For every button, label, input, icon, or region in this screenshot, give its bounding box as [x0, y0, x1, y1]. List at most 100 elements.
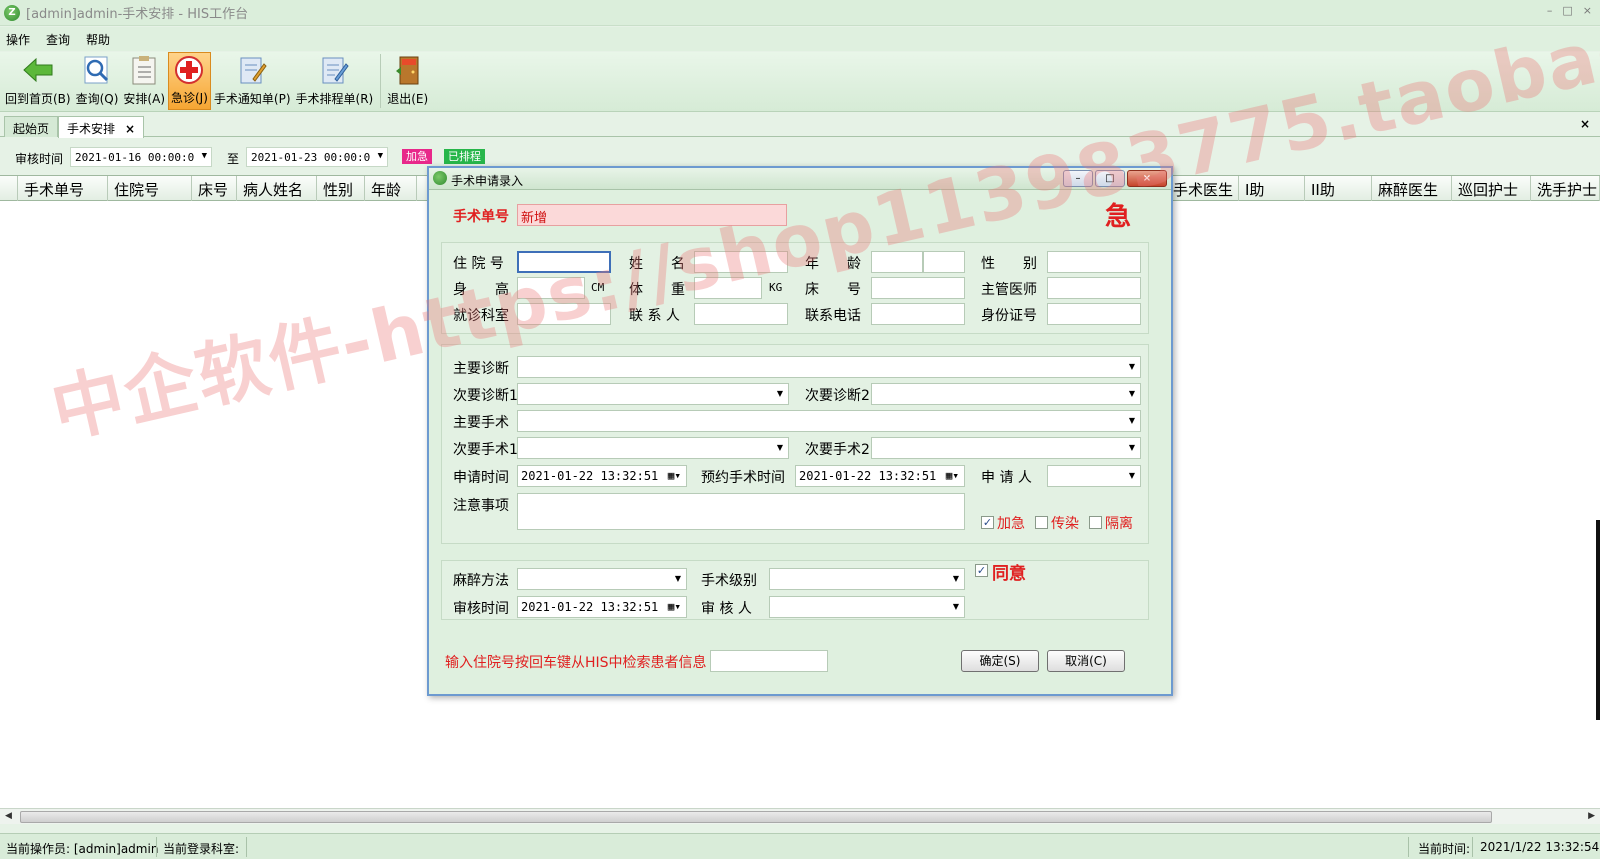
cancel-button[interactable]: 取消(C) — [1047, 650, 1125, 672]
secondary-diagnosis-1-select[interactable]: ▼ — [517, 383, 789, 405]
tab-start-page[interactable]: 起始页 — [4, 116, 59, 137]
col-scrub-nurse[interactable]: 洗手护士 — [1531, 176, 1600, 201]
notes-textarea[interactable] — [517, 493, 965, 530]
col-patient-name[interactable]: 病人姓名 — [237, 176, 317, 201]
anesthesia-label: 麻醉方法 — [453, 573, 509, 589]
infectious-checkbox[interactable] — [1035, 516, 1048, 529]
applicant-label: 申 请 人 — [981, 470, 1032, 486]
order-no-label: 手术单号 — [453, 209, 509, 225]
order-no-field[interactable]: 新增 — [517, 204, 787, 226]
notes-label: 注意事项 — [453, 498, 509, 514]
dialog-app-icon — [433, 171, 447, 185]
planned-time-picker[interactable]: 2021-01-22 13:32:51 ▦▾ — [795, 465, 965, 487]
height-input[interactable] — [517, 277, 585, 299]
surgery-level-select[interactable]: ▼ — [769, 568, 965, 590]
reviewer-select[interactable]: ▼ — [769, 596, 965, 618]
col-surgeon[interactable]: 手术医生 — [1167, 176, 1239, 201]
surgery-request-dialog: 手术申请录入 – □ × 手术单号 新增 急 住 院 号 姓 名 年 龄 性 别… — [427, 166, 1173, 696]
secondary-diagnosis-2-select[interactable]: ▼ — [871, 383, 1141, 405]
secondary-surgery-2-select[interactable]: ▼ — [871, 437, 1141, 459]
weight-input[interactable] — [694, 277, 762, 299]
col-bed-no[interactable]: 床号 — [192, 176, 237, 201]
secondary-diagnosis-2-label: 次要诊断2 — [805, 388, 870, 404]
menu-help[interactable]: 帮助 — [86, 31, 110, 48]
agree-checkbox-label: 同意 — [992, 564, 1026, 584]
applicant-select[interactable]: ▼ — [1047, 465, 1141, 487]
department-input[interactable] — [517, 303, 611, 325]
id-no-input[interactable] — [1047, 303, 1141, 325]
maximize-button[interactable]: □ — [1562, 4, 1572, 17]
secondary-diagnosis-1-label: 次要诊断1 — [453, 388, 518, 404]
query-button[interactable]: 查询(Q) — [74, 52, 121, 110]
agree-checkbox[interactable]: ✓ — [975, 564, 988, 577]
surgery-notice-button[interactable]: 手术通知单(P) — [212, 52, 293, 110]
emergency-button[interactable]: 急诊(J) — [168, 52, 211, 110]
status-operator: 当前操作员: [admin]admin — [6, 842, 159, 856]
isolation-checkbox[interactable] — [1089, 516, 1102, 529]
emergency-cross-icon — [173, 55, 205, 85]
reviewer-label: 审 核 人 — [701, 601, 752, 617]
height-label: 身 高 — [453, 282, 509, 298]
name-input[interactable] — [694, 251, 788, 273]
main-diagnosis-select[interactable]: ▼ — [517, 356, 1141, 378]
urgent-checkbox[interactable]: ✓ — [981, 516, 994, 529]
urgent-legend-chip: 加急 — [402, 149, 432, 164]
exit-button[interactable]: 退出(E) — [385, 52, 430, 110]
surgery-schedule-button[interactable]: 手术排程单(R) — [294, 52, 376, 110]
phone-input[interactable] — [871, 303, 965, 325]
tab-close-icon[interactable]: × — [125, 122, 135, 136]
age-input[interactable] — [871, 251, 923, 273]
schedule-document-icon — [318, 54, 350, 86]
tab-surgery-arrange[interactable]: 手术安排 × — [58, 116, 145, 138]
dialog-maximize-button[interactable]: □ — [1095, 170, 1125, 187]
review-time-picker[interactable]: 2021-01-22 13:32:51 ▦▾ — [517, 596, 687, 618]
weight-unit: KG — [769, 281, 783, 294]
bed-no-input[interactable] — [871, 277, 965, 299]
apply-time-picker[interactable]: 2021-01-22 13:32:51 ▦▾ — [517, 465, 687, 487]
col-age[interactable]: 年龄 — [365, 176, 417, 201]
arrange-button[interactable]: 安排(A) — [121, 52, 167, 110]
close-all-tabs-icon[interactable]: × — [1580, 117, 1590, 131]
home-button[interactable]: 回到首页(B) — [3, 52, 73, 110]
his-lookup-input[interactable] — [710, 650, 828, 672]
date-from-picker[interactable]: 2021-01-16 00:00:0 ▼ — [70, 147, 212, 167]
attending-doctor-input[interactable] — [1047, 277, 1141, 299]
main-surgery-select[interactable]: ▼ — [517, 410, 1141, 432]
col-anesthetist[interactable]: 麻醉医生 — [1372, 176, 1452, 201]
dialog-window-controls: – □ × — [1063, 170, 1167, 187]
menu-query[interactable]: 查询 — [46, 31, 70, 48]
scroll-left-icon[interactable]: ◀ — [5, 811, 12, 821]
sex-input[interactable] — [1047, 251, 1141, 273]
dropdown-arrow-icon: ▼ — [1128, 443, 1135, 452]
contact-label: 联 系 人 — [629, 308, 680, 324]
main-surgery-label: 主要手术 — [453, 415, 509, 431]
department-label: 就诊科室 — [453, 308, 509, 324]
surgery-level-label: 手术级别 — [701, 573, 757, 589]
dialog-close-button[interactable]: × — [1127, 170, 1167, 187]
horizontal-scrollbar[interactable]: ◀ ▶ — [0, 808, 1600, 824]
contact-input[interactable] — [694, 303, 788, 325]
scroll-right-icon[interactable]: ▶ — [1588, 811, 1595, 821]
confirm-button[interactable]: 确定(S) — [961, 650, 1039, 672]
to-label: 至 — [227, 152, 240, 166]
col-sex[interactable]: 性别 — [317, 176, 365, 201]
minimize-button[interactable]: – — [1547, 4, 1553, 17]
scrollbar-thumb[interactable] — [20, 811, 1492, 823]
dialog-minimize-button[interactable]: – — [1063, 170, 1093, 187]
anesthesia-select[interactable]: ▼ — [517, 568, 687, 590]
infectious-checkbox-label: 传染 — [1051, 516, 1079, 532]
date-to-picker[interactable]: 2021-01-23 00:00:0 ▼ — [246, 147, 388, 167]
secondary-surgery-1-select[interactable]: ▼ — [517, 437, 789, 459]
col-order-no[interactable]: 手术单号 — [18, 176, 108, 201]
weight-label: 体 重 — [629, 282, 685, 298]
inpatient-no-input[interactable] — [517, 251, 611, 273]
menu-operate[interactable]: 操作 — [6, 31, 30, 48]
col-inpatient-no[interactable]: 住院号 — [108, 176, 192, 201]
dropdown-arrow-icon: ▼ — [776, 443, 783, 452]
close-window-button[interactable]: × — [1583, 4, 1592, 17]
col-circulating-nurse[interactable]: 巡回护士 — [1452, 176, 1531, 201]
col-assistant-1[interactable]: I助 — [1239, 176, 1305, 201]
age-unit-input[interactable] — [923, 251, 965, 273]
col-assistant-2[interactable]: II助 — [1305, 176, 1372, 201]
sex-label: 性 别 — [981, 256, 1037, 272]
